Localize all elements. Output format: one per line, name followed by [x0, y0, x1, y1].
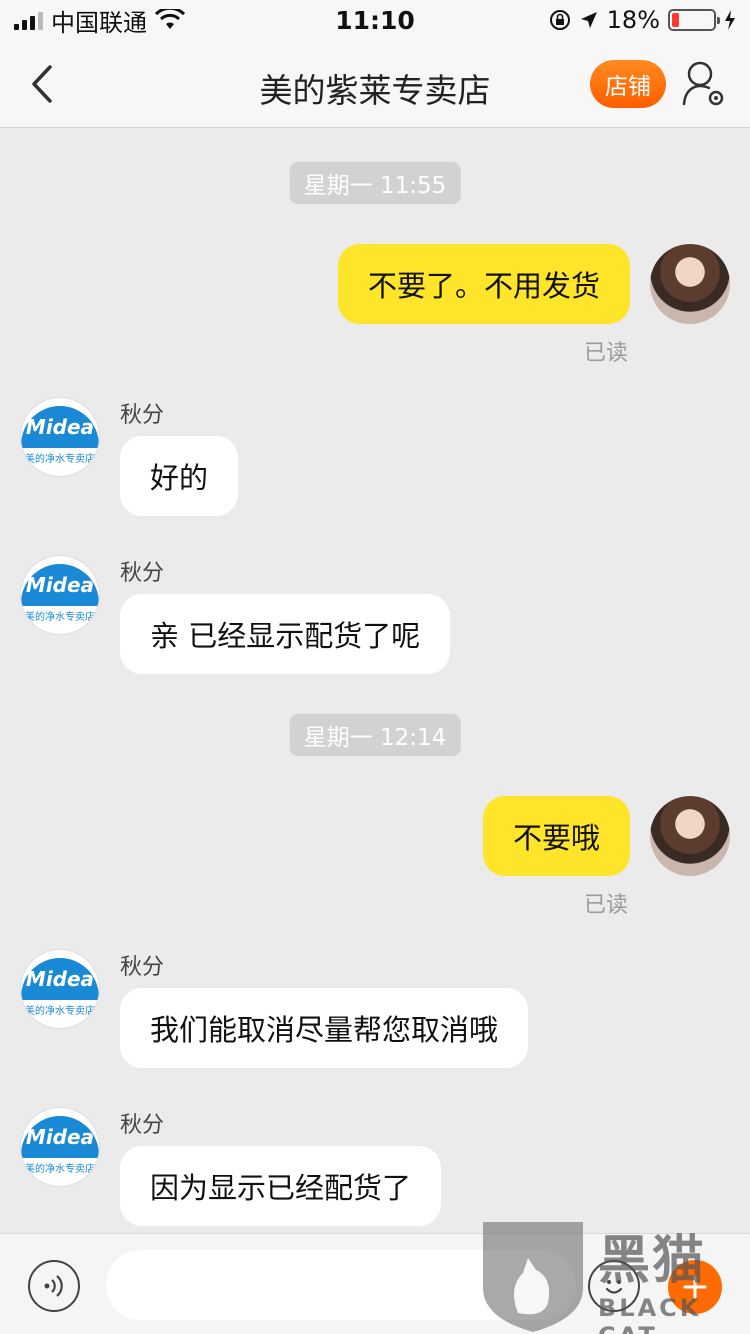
shop-avatar-caption: 美的净水专卖店 [25, 612, 95, 623]
nav-bar: 美的紫莱专卖店 店铺 [0, 40, 750, 128]
status-bar: 中国联通 11:10 18% [0, 0, 750, 40]
emoji-icon [605, 1280, 623, 1294]
input-bar [0, 1233, 750, 1334]
store-button[interactable]: 店铺 [590, 60, 666, 108]
shop-avatar-caption: 美的净水专卖店 [25, 1006, 95, 1017]
user-settings-icon [682, 61, 724, 106]
battery-percent: 18% [606, 6, 660, 34]
emoji-button[interactable] [588, 1260, 640, 1312]
message-input[interactable] [106, 1250, 576, 1320]
rotation-lock-icon [549, 10, 570, 30]
incoming-message-bubble[interactable]: 因为显示已经配货了 [120, 1146, 442, 1226]
signal-icon [14, 10, 43, 30]
shop-avatar[interactable]: Midea 美的净水专卖店 [20, 397, 100, 477]
shop-avatar-caption: 美的净水专卖店 [25, 454, 95, 465]
battery-icon [668, 9, 720, 31]
back-button[interactable] [22, 62, 62, 106]
sender-name: 秋分 [120, 561, 165, 586]
user-avatar[interactable] [650, 244, 730, 324]
profile-settings-button[interactable] [682, 60, 728, 108]
timestamp-divider: 星期一 11:55 [289, 162, 461, 204]
status-right: 18% [549, 6, 736, 34]
shop-avatar[interactable]: Midea 美的净水专卖店 [20, 949, 100, 1029]
read-receipt: 已读 [583, 341, 628, 366]
plus-icon [683, 1275, 707, 1299]
location-arrow-icon [580, 12, 597, 28]
midea-logo: Midea [21, 406, 99, 448]
voice-icon [44, 1275, 63, 1297]
shop-avatar[interactable]: Midea 美的净水专卖店 [20, 1107, 100, 1187]
shop-avatar-caption: 美的净水专卖店 [25, 1164, 95, 1175]
incoming-message-bubble[interactable]: 我们能取消尽量帮您取消哦 [120, 988, 529, 1068]
shop-avatar[interactable]: Midea 美的净水专卖店 [20, 555, 100, 635]
more-button[interactable] [668, 1260, 722, 1314]
battery-level-fill [672, 13, 680, 27]
status-left: 中国联通 [14, 3, 185, 38]
chat-area[interactable]: 星期一 11:55 不要了。不用发货 已读 Midea 美的净水专卖店 秋分 好… [0, 129, 750, 1233]
midea-logo: Midea [21, 1116, 99, 1158]
sender-name: 秋分 [120, 955, 165, 980]
voice-button[interactable] [28, 1260, 80, 1312]
sender-name: 秋分 [120, 403, 165, 428]
incoming-message-bubble[interactable]: 好的 [120, 436, 239, 516]
incoming-message-bubble[interactable]: 亲 已经显示配货了呢 [120, 594, 451, 674]
sender-name: 秋分 [120, 1113, 165, 1138]
read-receipt: 已读 [583, 893, 628, 918]
charging-bolt-icon [725, 10, 735, 30]
midea-logo: Midea [21, 958, 99, 1000]
outgoing-message-bubble[interactable]: 不要了。不用发货 [337, 244, 630, 324]
chevron-left-icon [32, 65, 52, 103]
user-avatar[interactable] [650, 796, 730, 876]
midea-logo: Midea [21, 564, 99, 606]
timestamp-divider: 星期一 12:14 [289, 714, 461, 756]
carrier-label: 中国联通 [51, 8, 147, 37]
wifi-icon [155, 9, 185, 29]
outgoing-message-bubble[interactable]: 不要哦 [482, 796, 630, 876]
